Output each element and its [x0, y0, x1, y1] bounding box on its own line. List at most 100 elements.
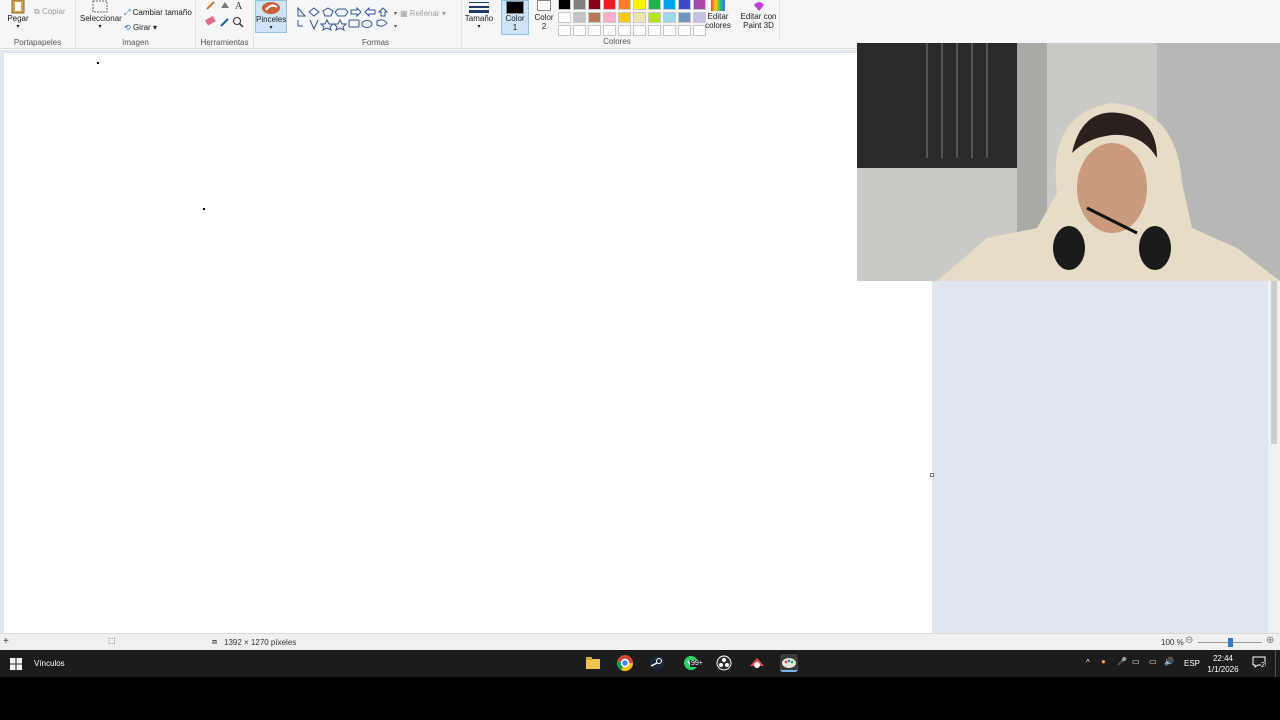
fill-icon[interactable] [221, 2, 229, 8]
palette-swatch[interactable] [663, 0, 676, 10]
paste-button[interactable]: Pegar ▾ [6, 0, 30, 32]
group-label-portapapeles: Portapapeles [13, 38, 62, 47]
fill-dropdown[interactable]: ▦ Rellenar ▾ [400, 9, 458, 18]
palette-swatch[interactable] [663, 12, 676, 23]
group-label-colores: Colores [603, 37, 631, 46]
network-icon[interactable]: ▭ [1132, 657, 1140, 666]
palette-swatch[interactable] [618, 25, 631, 36]
zoom-out-icon[interactable]: ⊖ [1185, 635, 1193, 646]
palette-swatch[interactable] [573, 12, 586, 23]
palette-swatch[interactable] [633, 0, 646, 10]
shapes-gallery[interactable]: ▾ ▾ [295, 0, 401, 32]
volume-icon[interactable]: 🔊 [1164, 657, 1174, 666]
webcam-image [857, 43, 1280, 281]
zoom-in-icon[interactable]: ⊕ [1266, 635, 1274, 646]
palette-swatch[interactable] [558, 0, 571, 10]
microphone-icon[interactable]: 🎤 [1117, 657, 1127, 666]
image-size-icon: ⧈ [212, 637, 218, 646]
canvas-dot [97, 62, 99, 64]
palette-swatch[interactable] [603, 12, 616, 23]
color-picker-icon[interactable] [220, 18, 229, 27]
tray-app-icon[interactable]: ● [1101, 657, 1106, 666]
rotate-button[interactable]: ⟲ Girar ▾ [124, 23, 184, 32]
obs-icon[interactable] [715, 654, 733, 672]
group-label-formas: Formas [361, 38, 390, 47]
text-icon[interactable]: A [235, 1, 243, 12]
palette-swatch[interactable] [648, 25, 661, 36]
paint3d-label-2: Paint 3D [743, 21, 774, 30]
palette-swatch[interactable] [618, 0, 631, 10]
whatsapp-icon[interactable]: 99+ [682, 654, 704, 672]
palette-swatch[interactable] [678, 25, 691, 36]
selection-size-icon: ⬚ [108, 636, 116, 645]
file-explorer-icon[interactable] [584, 654, 602, 672]
palette-swatch[interactable] [588, 0, 601, 10]
group-formas: ▾ ▾ ▦ Rellenar ▾ Formas [290, 0, 462, 49]
size-button[interactable]: Tamaño ▾ [464, 0, 494, 32]
group-label-herramientas: Herramientas [200, 38, 249, 47]
windows-start-icon[interactable] [10, 658, 22, 670]
paint3d-button[interactable]: Editar con Paint 3D [738, 0, 780, 40]
zoom-slider[interactable] [1198, 638, 1262, 647]
edit-colors-button[interactable]: Editar colores [701, 0, 735, 30]
color2-button[interactable]: Color 2 [531, 0, 557, 31]
brush-icon [262, 2, 280, 14]
language-indicator[interactable]: ESP [1184, 659, 1200, 668]
color1-button[interactable]: Color 1 [501, 0, 529, 35]
selection-icon [92, 0, 108, 13]
copy-button[interactable]: ⧉ Copiar [34, 7, 72, 16]
size-label: Tamaño [464, 14, 494, 23]
zoom-slider-thumb[interactable] [1228, 638, 1233, 647]
tray-overflow-icon[interactable]: ^ [1086, 658, 1090, 667]
snipping-tool-icon[interactable] [748, 654, 766, 672]
palette-swatch[interactable] [678, 12, 691, 23]
palette-swatch[interactable] [648, 12, 661, 23]
palette-swatch[interactable] [558, 25, 571, 36]
palette-swatch[interactable] [678, 0, 691, 10]
palette-swatch[interactable] [588, 12, 601, 23]
resize-button[interactable]: ⤢ Cambiar tamaño [124, 8, 196, 17]
notification-count: 2 [1261, 662, 1265, 669]
pencil-icon[interactable] [206, 1, 215, 10]
palette-swatch[interactable] [573, 25, 586, 36]
palette-swatch[interactable] [603, 25, 616, 36]
show-desktop-button[interactable] [1275, 650, 1280, 677]
palette-swatch[interactable] [633, 12, 646, 23]
select-button[interactable]: Seleccionar ▾ [80, 0, 122, 32]
palette-swatch[interactable] [573, 0, 586, 10]
brushes-button[interactable]: Pinceles ▾ [255, 0, 287, 33]
canvas-dot [203, 208, 205, 210]
clock[interactable]: 22:44 1/1/2026 [1204, 653, 1242, 675]
group-portapapeles: Pegar ▾ ⧉ Copiar Portapapeles [0, 0, 76, 49]
zoom-level: 100 % [1161, 638, 1184, 647]
palette-swatch[interactable] [618, 12, 631, 23]
links-toolbar[interactable]: Vínculos [34, 659, 65, 668]
select-label: Seleccionar [80, 14, 122, 23]
palette-swatch[interactable] [603, 0, 616, 10]
whatsapp-badge: 99+ [690, 660, 704, 667]
steam-icon[interactable] [648, 654, 666, 672]
palette-swatch[interactable] [663, 25, 676, 36]
color2-label: Color [534, 13, 554, 22]
eraser-icon[interactable] [205, 15, 216, 26]
clock-date: 1/1/2026 [1207, 665, 1239, 674]
color2-number: 2 [541, 22, 547, 31]
color1-label: Color [505, 14, 525, 23]
magnifier-icon[interactable] [233, 17, 244, 28]
color-palette [558, 0, 706, 36]
paint-taskbar-icon[interactable] [780, 654, 798, 672]
palette-swatch[interactable] [558, 12, 571, 23]
palette-swatch[interactable] [648, 0, 661, 10]
chrome-icon[interactable] [616, 654, 634, 672]
palette-swatch[interactable] [588, 25, 601, 36]
canvas-resize-handle[interactable] [930, 473, 934, 477]
monitor-icon[interactable]: ▭ [1149, 657, 1157, 666]
webcam-overlay [857, 43, 1280, 281]
group-herramientas: A Herramientas [196, 0, 254, 49]
fill-bucket-icon: ▦ [400, 9, 408, 18]
drawing-canvas[interactable] [4, 53, 932, 633]
notification-center-icon[interactable]: 2 [1252, 656, 1268, 670]
palette-swatch[interactable] [633, 25, 646, 36]
line-size-icon [469, 2, 489, 13]
clock-time: 22:44 [1212, 654, 1234, 663]
